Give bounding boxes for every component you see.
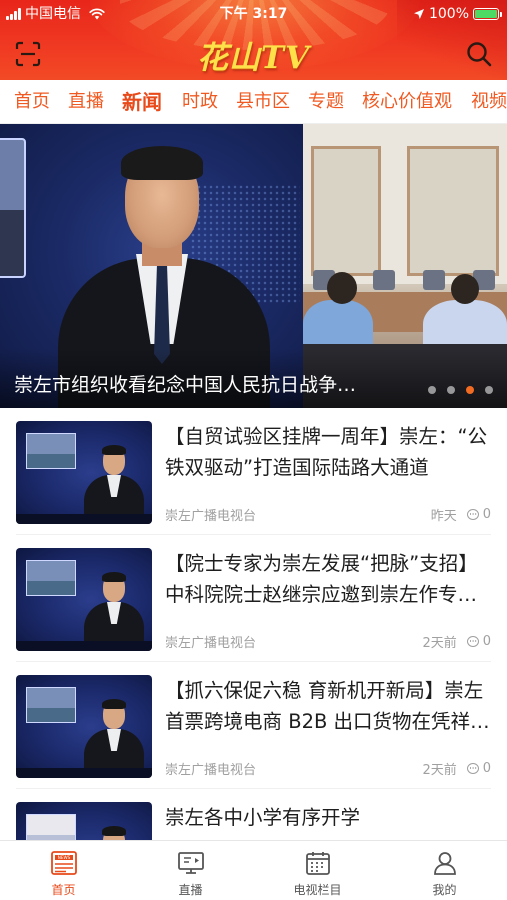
banner-pagination <box>428 386 493 394</box>
news-source: 崇左广播电视台 <box>165 509 257 524</box>
banner-dot[interactable] <box>428 386 436 394</box>
comment-icon <box>466 763 479 774</box>
bottom-tab-profile[interactable]: 我的 <box>381 841 507 900</box>
news-item[interactable]: 崇左各中小学有序开学 <box>0 802 507 840</box>
app-bar: 花山TV <box>0 28 507 80</box>
divider <box>16 534 491 535</box>
bottom-tab-home[interactable]: NEWS 首页 <box>0 841 127 900</box>
news-item[interactable]: 【自贸试验区挂牌一周年】崇左：“公铁双驱动”打造国际陆路大通道 崇左广播电视台 … <box>0 421 507 548</box>
divider <box>16 788 491 789</box>
news-comment-count: 0 <box>482 634 491 649</box>
news-thumbnail <box>16 421 152 524</box>
news-meta: 2天前 0 <box>422 632 491 651</box>
news-thumbnail <box>16 548 152 651</box>
header: 中国电信 下午 3:17 100% 花山TV <box>0 0 507 80</box>
bottom-tab-tv-programs[interactable]: 电视栏目 <box>254 841 381 900</box>
news-item[interactable]: 【抓六保促六稳 育新机开新局】崇左首票跨境电商 B2B 出口货物在凭祥通关 崇左… <box>0 675 507 802</box>
news-title[interactable]: 【自贸试验区挂牌一周年】崇左：“公铁双驱动”打造国际陆路大通道 <box>165 421 493 483</box>
location-arrow-icon <box>413 9 424 19</box>
channel-tab-values[interactable]: 核心价值观 <box>362 80 452 123</box>
search-icon <box>467 42 492 67</box>
status-right: 100% <box>413 0 502 28</box>
search-button[interactable] <box>465 40 493 68</box>
banner-inset-picture <box>0 138 26 278</box>
banner-carousel[interactable]: 崇左市组织收看纪念中国人民抗日战争… <box>0 124 507 408</box>
news-time: 2天前 <box>422 636 457 651</box>
battery-percent: 100% <box>428 6 469 22</box>
channel-tab-live[interactable]: 直播 <box>68 80 104 123</box>
news-time: 昨天 <box>430 509 457 524</box>
bottom-tab-label: 电视栏目 <box>293 883 342 897</box>
news-thumbnail <box>16 802 152 840</box>
news-source: 崇左广播电视台 <box>165 763 257 778</box>
news-item[interactable]: 【院士专家为崇左发展“把脉”支招】中科院院士赵继宗应邀到崇左作专题报告 崇左广播… <box>0 548 507 675</box>
comment-icon <box>466 636 479 647</box>
news-comment-count: 0 <box>482 761 491 776</box>
app-logo-title: 花山TV <box>196 40 311 76</box>
channel-tabs: 首页 直播 新闻 时政 县市区 专题 核心价值观 视频 <box>0 80 507 124</box>
banner-caption[interactable]: 崇左市组织收看纪念中国人民抗日战争… <box>14 370 404 397</box>
news-meta: 昨天 0 <box>431 505 491 524</box>
news-thumbnail <box>16 675 152 778</box>
news-meta: 2天前 0 <box>422 759 491 778</box>
comment-icon <box>466 509 479 520</box>
channel-tab-counties[interactable]: 县市区 <box>236 80 290 123</box>
bottom-tab-label: 我的 <box>432 883 457 897</box>
user-icon <box>434 852 456 875</box>
calendar-icon <box>306 852 330 875</box>
news-title[interactable]: 崇左各中小学有序开学 <box>165 802 493 833</box>
news-comment-count: 0 <box>482 507 491 522</box>
bottom-tab-label: 首页 <box>51 883 76 897</box>
battery-icon <box>473 8 502 20</box>
channel-tab-politics[interactable]: 时政 <box>182 80 218 123</box>
divider <box>16 661 491 662</box>
news-home-icon: NEWS <box>51 851 77 875</box>
svg-text:NEWS: NEWS <box>58 855 71 860</box>
banner-dot[interactable] <box>485 386 493 394</box>
news-source: 崇左广播电视台 <box>165 636 257 651</box>
channel-tab-video[interactable]: 视频 <box>471 80 507 123</box>
news-time: 2天前 <box>422 763 457 778</box>
banner-dot-active[interactable] <box>466 386 474 394</box>
status-bar: 中国电信 下午 3:17 100% <box>0 0 507 28</box>
bottom-tab-live[interactable]: 直播 <box>127 841 254 900</box>
news-title[interactable]: 【抓六保促六稳 育新机开新局】崇左首票跨境电商 B2B 出口货物在凭祥通关 <box>165 675 493 737</box>
live-tv-icon <box>178 852 204 874</box>
news-title[interactable]: 【院士专家为崇左发展“把脉”支招】中科院院士赵继宗应邀到崇左作专题报告 <box>165 548 493 610</box>
channel-tab-home[interactable]: 首页 <box>14 80 50 123</box>
bottom-tab-bar: NEWS 首页 直播 电视栏目 我的 <box>0 840 507 900</box>
bottom-tab-label: 直播 <box>178 883 203 897</box>
banner-dot[interactable] <box>447 386 455 394</box>
channel-tab-news[interactable]: 新闻 <box>122 80 162 123</box>
channel-tab-topics[interactable]: 专题 <box>308 80 344 123</box>
